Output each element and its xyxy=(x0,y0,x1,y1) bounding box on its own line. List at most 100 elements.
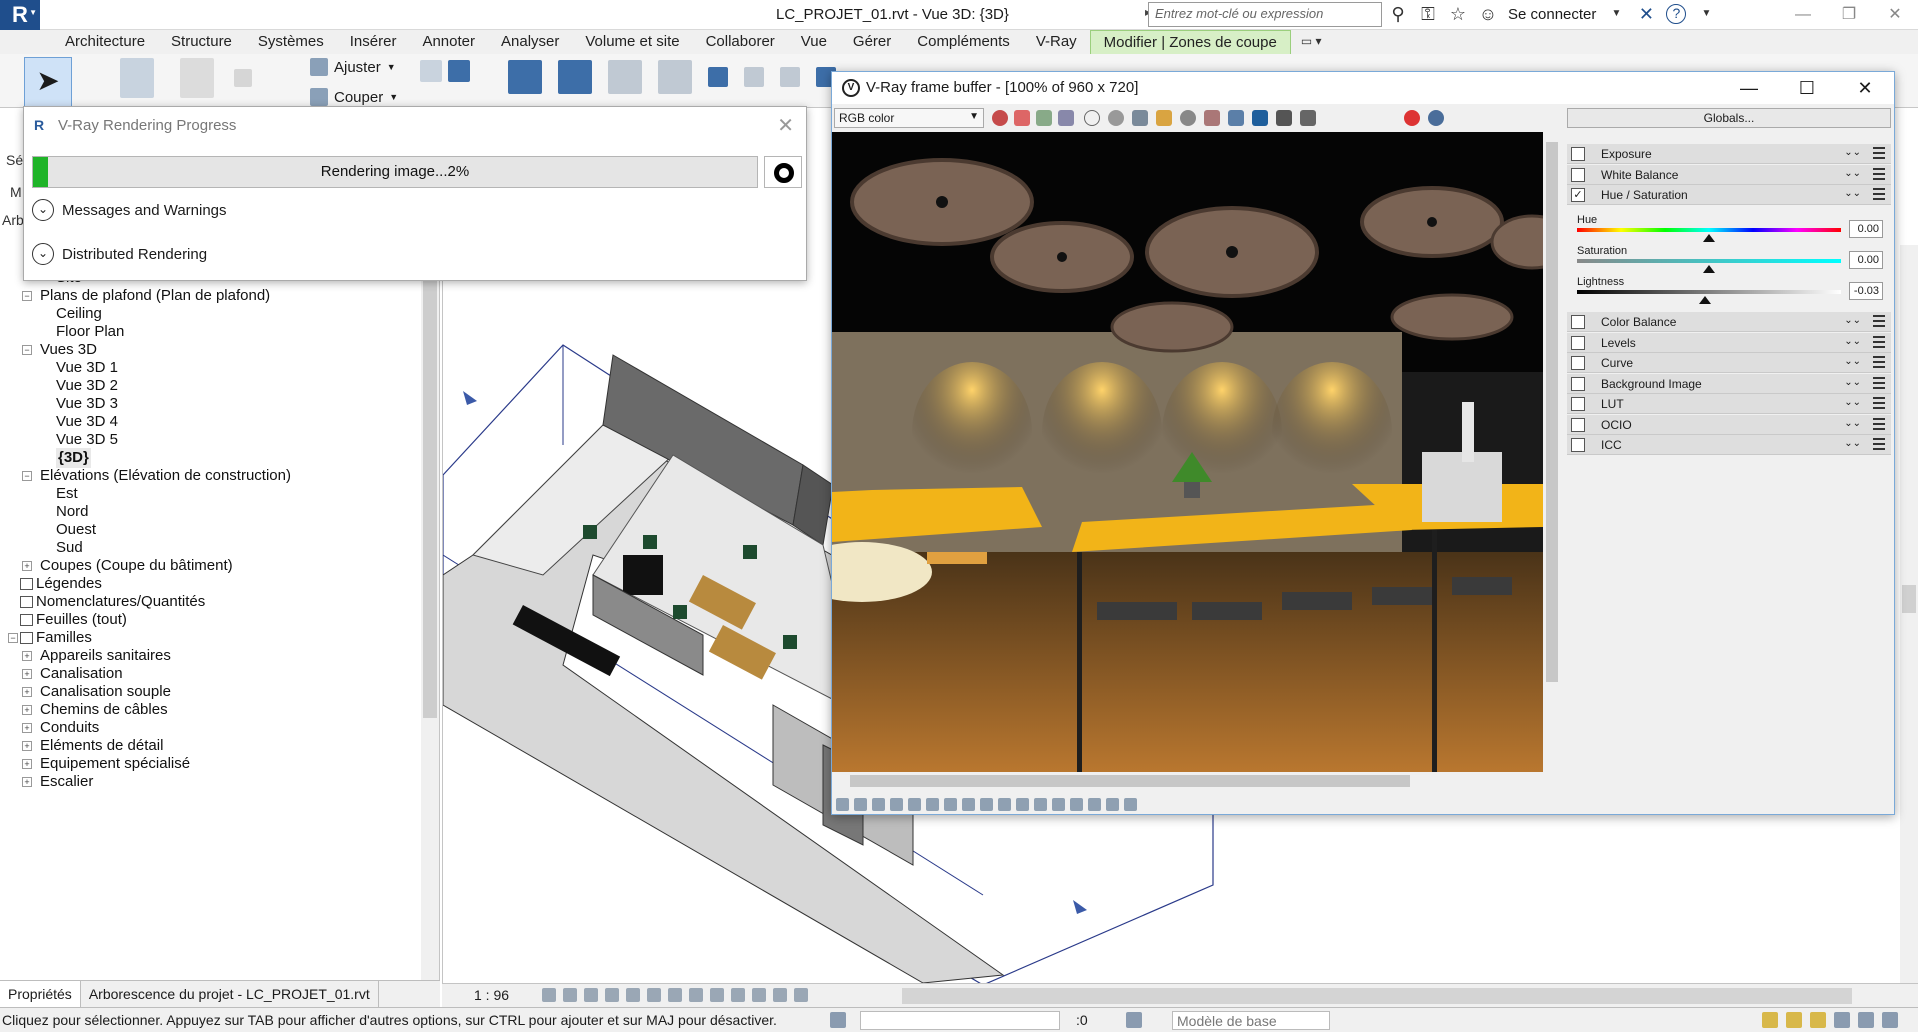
favorite-star-icon[interactable]: ☆ xyxy=(1448,4,1468,24)
correction-checkbox[interactable] xyxy=(1571,438,1585,452)
tree-item[interactable]: Equipement spécialisé xyxy=(40,754,190,774)
viewport-horizontal-scrollbar[interactable] xyxy=(902,987,1902,1005)
tree-item[interactable]: Vue 3D 5 xyxy=(56,430,118,450)
clipboard-icon[interactable] xyxy=(180,58,214,98)
sign-in-button[interactable]: Se connecter xyxy=(1508,6,1596,23)
tab-collaborer[interactable]: Collaborer xyxy=(693,30,788,54)
tree-item[interactable]: Familles xyxy=(36,628,92,648)
expand-plus-icon[interactable]: + xyxy=(22,705,32,715)
region-render-icon[interactable] xyxy=(1228,110,1244,126)
search-input[interactable]: Entrez mot-clé ou expression xyxy=(1148,2,1382,27)
tree-item[interactable]: Vue 3D 1 xyxy=(56,358,118,378)
tree-item[interactable]: Canalisation souple xyxy=(40,682,171,702)
show-corrections-icon[interactable] xyxy=(836,797,849,811)
correction-row-color-balance[interactable]: Color Balance ⌄⌄ xyxy=(1567,312,1891,332)
drag-elements-icon[interactable] xyxy=(1858,1012,1874,1028)
expand-plus-icon[interactable]: + xyxy=(22,669,32,679)
crop-view-icon[interactable] xyxy=(647,988,661,1002)
expand-chevron-icon[interactable]: ⌄⌄ xyxy=(1844,438,1861,449)
chevron-down-icon[interactable]: ▼ xyxy=(1606,4,1626,24)
chevron-down-icon[interactable]: ▼ xyxy=(1696,4,1716,24)
sun-path-icon[interactable] xyxy=(584,988,598,1002)
hamburger-menu-icon[interactable] xyxy=(1873,167,1885,180)
tree-item[interactable]: Elévations (Elévation de construction) xyxy=(40,466,291,486)
modify-select-button[interactable]: ➤ xyxy=(24,57,72,107)
link-icon[interactable] xyxy=(448,60,470,82)
correction-row-levels[interactable]: Levels ⌄⌄ xyxy=(1567,332,1891,353)
mirror-axis-icon[interactable] xyxy=(608,60,642,94)
clear-image-icon[interactable] xyxy=(1180,110,1196,126)
correction-row-background-image[interactable]: Background Image ⌄⌄ xyxy=(1567,373,1891,394)
tree-item[interactable]: Vue 3D 4 xyxy=(56,412,118,432)
ab-compare-icon[interactable] xyxy=(1052,797,1065,811)
tree-item[interactable]: Floor Plan xyxy=(56,322,124,342)
constraints-icon[interactable] xyxy=(794,988,808,1002)
exposure-icon[interactable] xyxy=(854,797,867,811)
join-icon[interactable] xyxy=(420,60,442,82)
ribbon-minimize-icon[interactable]: ▭ ▾ xyxy=(1291,30,1332,54)
tab-annoter[interactable]: Annoter xyxy=(409,30,488,54)
tree-item[interactable]: {3D} xyxy=(56,448,91,468)
levels-icon[interactable] xyxy=(998,797,1011,811)
correction-checkbox[interactable] xyxy=(1571,376,1585,391)
tab-ins-rer[interactable]: Insérer xyxy=(337,30,410,54)
hamburger-menu-icon[interactable] xyxy=(1873,335,1885,348)
save-image-icon[interactable] xyxy=(1132,110,1148,126)
detail-level-icon[interactable] xyxy=(542,988,556,1002)
stop-render-icon[interactable] xyxy=(1404,110,1420,126)
user-icon[interactable]: ☺ xyxy=(1478,4,1498,24)
chevron-down-icon[interactable]: ▼ xyxy=(389,92,398,102)
srgb-icon[interactable] xyxy=(890,797,903,811)
expand-chevron-icon[interactable]: ⌄⌄ xyxy=(1844,377,1861,388)
collapse-minus-icon[interactable]: − xyxy=(22,291,32,301)
binoculars-icon[interactable]: ⚲ xyxy=(1388,4,1408,24)
slider-value-input[interactable]: -0.03 xyxy=(1849,282,1883,300)
correction-checkbox[interactable] xyxy=(1571,315,1585,329)
slider-handle[interactable] xyxy=(1703,234,1715,242)
h-split-icon[interactable] xyxy=(1070,797,1083,811)
slider-handle[interactable] xyxy=(1699,296,1712,304)
collapse-minus-icon[interactable]: − xyxy=(22,345,32,355)
tab-modifier-zones-de-coupe[interactable]: Modifier | Zones de coupe xyxy=(1089,30,1291,54)
track-mouse-icon[interactable] xyxy=(1204,110,1220,126)
chevron-down-icon[interactable]: ▼ xyxy=(387,62,396,72)
pixel-info-icon[interactable] xyxy=(1016,797,1029,811)
revit-app-menu-button[interactable]: R ▼ xyxy=(0,0,40,30)
correction-row-ocio[interactable]: OCIO ⌄⌄ xyxy=(1567,414,1891,435)
copy-icon[interactable] xyxy=(744,67,764,87)
slider-value-input[interactable]: 0.00 xyxy=(1849,251,1883,269)
hamburger-menu-icon[interactable] xyxy=(1873,397,1885,409)
hamburger-menu-icon[interactable] xyxy=(1873,315,1885,327)
select-links-icon[interactable] xyxy=(1762,1012,1778,1028)
correction-checkbox[interactable] xyxy=(1571,335,1585,350)
vfb-vscroll-thumb[interactable] xyxy=(1546,142,1558,682)
paste-icon[interactable] xyxy=(120,58,154,98)
viewport-vscroll-thumb[interactable] xyxy=(1902,585,1916,613)
tree-item[interactable]: Est xyxy=(56,484,78,504)
tab-project-browser[interactable]: Arborescence du projet - LC_PROJET_01.rv… xyxy=(81,981,379,1007)
cut-scissors-icon[interactable] xyxy=(234,69,252,87)
align-icon[interactable] xyxy=(508,60,542,94)
correction-checkbox[interactable] xyxy=(1571,397,1585,411)
editable-only-icon[interactable] xyxy=(1126,1012,1142,1028)
highlight-displacement-icon[interactable] xyxy=(773,988,787,1002)
zoom-icon[interactable] xyxy=(1124,797,1137,811)
compare-icon[interactable] xyxy=(1034,797,1047,811)
tree-item[interactable]: Plans de plafond (Plan de plafond) xyxy=(40,286,270,306)
tab-v-ray[interactable]: V-Ray xyxy=(1023,30,1090,54)
info-icon[interactable] xyxy=(872,797,885,811)
expand-plus-icon[interactable]: + xyxy=(22,723,32,733)
messages-warnings-section[interactable]: ⌄ Messages and Warnings xyxy=(32,199,227,221)
tree-item[interactable]: Conduits xyxy=(40,718,99,738)
tree-item[interactable]: Feuilles (tout) xyxy=(36,610,127,630)
filter-icon[interactable] xyxy=(1882,1012,1898,1028)
slider-track[interactable] xyxy=(1577,290,1841,294)
hamburger-menu-icon[interactable] xyxy=(1873,438,1885,450)
tree-item[interactable]: Vues 3D xyxy=(40,340,97,360)
tree-item[interactable]: Appareils sanitaires xyxy=(40,646,171,666)
mono-icon[interactable] xyxy=(1084,110,1100,126)
correction-row-exposure[interactable]: Exposure ⌄⌄ xyxy=(1567,144,1891,164)
h-range-icon[interactable] xyxy=(1088,797,1101,811)
show-crop-icon[interactable] xyxy=(668,988,682,1002)
expand-chevron-icon[interactable]: ⌄⌄ xyxy=(1844,418,1861,429)
